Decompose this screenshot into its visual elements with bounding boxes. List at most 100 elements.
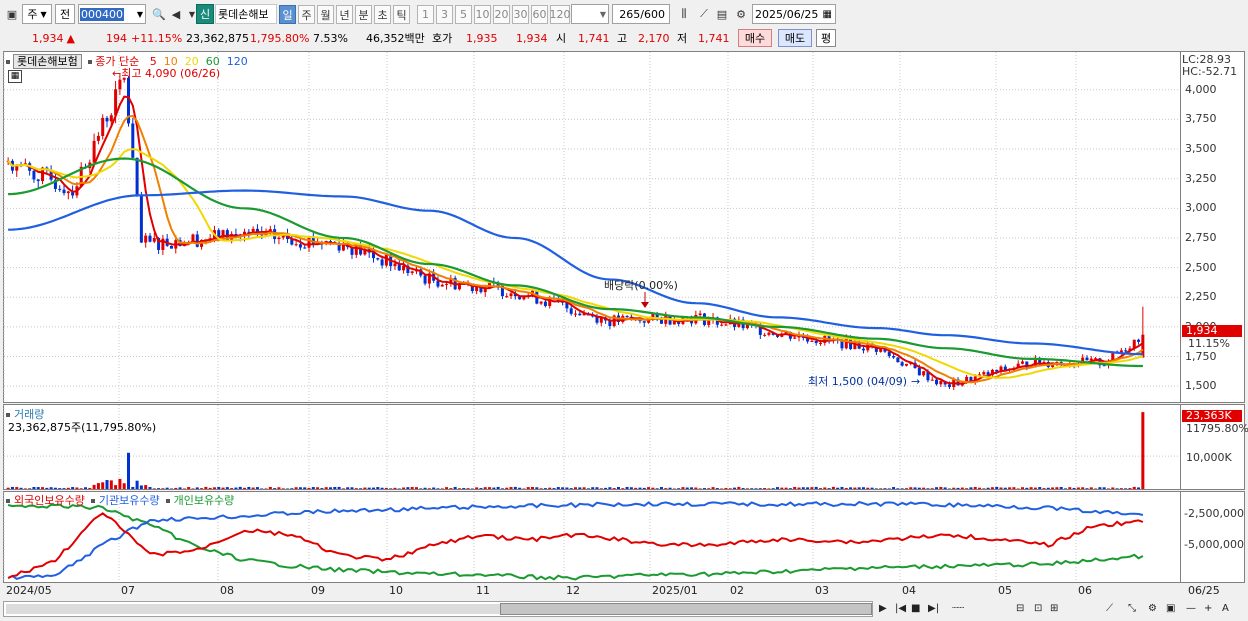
volume-bar: [1137, 487, 1141, 489]
volume-bar: [776, 487, 780, 489]
volume-bar: [642, 487, 646, 489]
volume-bar: [28, 488, 32, 489]
volume-bar: [255, 487, 259, 489]
volume-bar: [969, 487, 973, 489]
candle-body: [92, 140, 96, 163]
price-tick: 3,000: [1185, 201, 1217, 215]
volume-bar: [445, 487, 449, 489]
scroll-thumb[interactable]: [500, 603, 872, 615]
candle-body: [1102, 365, 1106, 367]
candle-body: [982, 372, 986, 375]
candle-body: [1137, 339, 1141, 342]
volume-bar: [999, 487, 1003, 489]
volume-bar: [707, 488, 711, 489]
holdings-legend-1[interactable]: 기관보유수량: [99, 494, 160, 507]
volume-bar: [298, 487, 302, 489]
volume-bar: [182, 488, 186, 489]
chart-svg[interactable]: [0, 0, 1248, 621]
candle-body: [1020, 361, 1025, 364]
plus-icon[interactable]: +: [1204, 602, 1212, 616]
volume-bar: [109, 480, 113, 489]
volume-bar: [1012, 487, 1016, 489]
volume-bar: [58, 488, 62, 489]
candle-body: [900, 362, 904, 366]
volume-bar: [1068, 487, 1072, 489]
volume-bar: [604, 487, 608, 489]
line-tool-icon[interactable]: ⟋: [1106, 602, 1113, 616]
volume-bar: [616, 487, 620, 489]
setting-icon[interactable]: ⚙: [1148, 602, 1157, 616]
expand-icon[interactable]: ⤡: [1128, 602, 1136, 616]
volume-bar: [406, 487, 410, 489]
volume-bar: [758, 488, 762, 489]
volume-bar: [518, 487, 522, 489]
volume-bar: [844, 487, 848, 489]
volume-bar: [290, 488, 294, 489]
volume-bar: [230, 488, 234, 489]
last-icon[interactable]: ▶|: [928, 602, 939, 616]
play-icon[interactable]: ▶: [879, 602, 887, 616]
candle-body: [105, 117, 109, 122]
capture-icon[interactable]: ▣: [1166, 602, 1175, 616]
volume-bar: [393, 487, 397, 489]
volume-bar: [273, 488, 277, 489]
candle-body: [298, 244, 302, 248]
volume-bar: [664, 488, 668, 489]
font-icon[interactable]: A: [1222, 602, 1229, 616]
x-label: 03: [815, 584, 829, 597]
volume-bar: [432, 487, 436, 489]
bullet-icon: [6, 413, 10, 417]
volume-bar: [582, 487, 586, 489]
candle-body: [393, 263, 397, 267]
volume-last-pct: 11795.80%: [1186, 422, 1248, 435]
scroll-track[interactable]: [3, 601, 873, 617]
hc-label: HC:-52.71: [1182, 65, 1238, 78]
holdings-legend-0[interactable]: 외국인보유수량: [14, 494, 85, 507]
first-icon[interactable]: |◀: [895, 602, 906, 616]
volume-bar: [763, 487, 767, 489]
volume-bar: [303, 487, 307, 489]
split-icon[interactable]: ⊡: [1034, 602, 1042, 616]
volume-bar: [363, 487, 367, 489]
stock-name-tag[interactable]: 롯데손해보험: [13, 54, 82, 69]
volume-bar: [552, 488, 556, 489]
x-label: 07: [121, 584, 135, 597]
volume-bar: [702, 488, 706, 489]
holdings-legend-2[interactable]: 개인보유수량: [174, 494, 235, 507]
volume-bar: [277, 487, 281, 489]
volume-bar: [728, 488, 732, 489]
volume-bar: [1025, 487, 1029, 489]
volume-bar: [771, 488, 775, 489]
candle-body: [402, 265, 406, 271]
ma-legend-120[interactable]: 120: [227, 55, 248, 68]
bullet-icon: [165, 499, 170, 503]
grid-toggle-icon[interactable]: ▦: [8, 70, 22, 83]
volume-bar: [978, 487, 982, 489]
volume-bar: [36, 487, 40, 489]
volume-bar: [621, 488, 625, 489]
bullet-icon: [88, 60, 93, 64]
last-price-tag: 1,934: [1182, 325, 1242, 337]
candle-body: [436, 280, 440, 287]
x-label: 06: [1078, 584, 1092, 597]
candle-body: [384, 254, 388, 266]
volume-bar: [462, 488, 466, 489]
candle-body: [169, 245, 173, 249]
candle-body: [96, 135, 100, 141]
volume-bar: [995, 486, 999, 489]
stop-icon[interactable]: ■: [911, 602, 920, 616]
window-icon[interactable]: ⊟: [1016, 602, 1024, 616]
volume-bar: [797, 487, 801, 489]
volume-bar: [384, 487, 388, 489]
minus-icon[interactable]: —: [1186, 602, 1196, 616]
volume-bar: [818, 488, 822, 489]
zoom-slider-icon[interactable]: ┈┈: [952, 602, 964, 616]
volume-bar: [561, 487, 565, 489]
candle-body: [724, 324, 728, 326]
volume-bar: [71, 487, 75, 489]
layout-icon[interactable]: ⊞: [1050, 602, 1058, 616]
candle-body: [144, 235, 148, 243]
volume-bar: [788, 488, 792, 489]
x-label: 02: [730, 584, 744, 597]
volume-bar: [204, 486, 208, 489]
